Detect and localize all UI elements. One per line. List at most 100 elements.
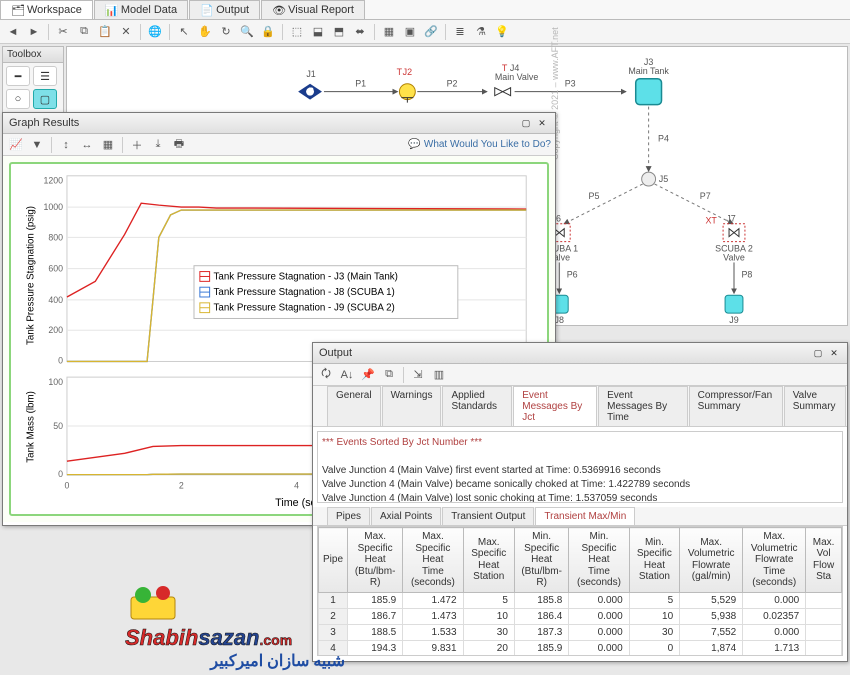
svg-text:Main Tank: Main Tank [628, 66, 669, 76]
tab-visual-report[interactable]: 👁Visual Report [261, 0, 365, 19]
delete-button[interactable]: ✕ [117, 23, 135, 41]
pan-button[interactable]: ✋ [196, 23, 214, 41]
table-row[interactable]: 4194.39.83120185.90.00001,8741.713 [319, 640, 842, 656]
export-csv-button[interactable]: ⇲ [409, 366, 427, 384]
sort-button[interactable]: A↓ [338, 366, 356, 384]
main-toolbar: ◄ ► ✂ ⧉ 📋 ✕ 🌐 ↖ ✋ ↻ 🔍 🔒 ⬚ ⬓ ⬒ ⬌ ▦ ▣ 🔗 ≣ … [0, 20, 850, 44]
align-left-button[interactable]: ⬚ [288, 23, 306, 41]
table-row[interactable]: 2186.71.47310186.40.000105,9380.02357 [319, 608, 842, 624]
svg-text:0: 0 [58, 469, 63, 479]
lowtab-pipes[interactable]: Pipes [327, 507, 370, 525]
svg-text:P6: P6 [567, 269, 578, 279]
help-link[interactable]: 💬 What Would You Like to Do? [408, 139, 551, 150]
svg-text:2: 2 [179, 481, 184, 491]
svg-text:Tank Pressure Stagnation (psig: Tank Pressure Stagnation (psig) [26, 206, 37, 345]
align-v-button[interactable]: ⬓ [309, 23, 327, 41]
svg-text:J1: J1 [306, 69, 315, 79]
svg-text:T: T [397, 67, 403, 77]
tool-tank[interactable]: ▢ [33, 89, 57, 109]
cut-button[interactable]: ✂ [54, 23, 72, 41]
output-data-table[interactable]: PipeMax. SpecificHeat(Btu/lbm-R)Max. Spe… [317, 526, 843, 656]
lock-button[interactable]: 🔒 [259, 23, 277, 41]
bulb-button[interactable]: 💡 [493, 23, 511, 41]
toolbox-header: Toolbox [3, 47, 63, 63]
distribute-button[interactable]: ⬌ [351, 23, 369, 41]
print-button[interactable]: 🖶 [170, 136, 188, 154]
export-button[interactable]: ⤓ [149, 136, 167, 154]
back-button[interactable]: ◄ [4, 23, 22, 41]
lowtab-transient-maxmin[interactable]: Transient Max/Min [535, 507, 635, 525]
main-tabstrip: 🗂Workspace 📊Model Data 📄Output 👁Visual R… [0, 0, 850, 20]
toolbox-panel: Toolbox ━ ☰ ○ ▢ [2, 46, 64, 113]
uptab-valve[interactable]: Valve Summary [784, 386, 846, 426]
forward-button[interactable]: ► [25, 23, 43, 41]
svg-text:1000: 1000 [44, 202, 64, 212]
columns-button[interactable]: ▥ [430, 366, 448, 384]
x-axis-button[interactable]: ↔ [78, 136, 96, 154]
svg-text:200: 200 [48, 325, 63, 335]
uptab-warnings[interactable]: Warnings [382, 386, 442, 426]
output-lower-tabs: Pipes Axial Points Transient Output Tran… [313, 507, 847, 526]
zoom-button[interactable]: 🔍 [238, 23, 256, 41]
uptab-standards[interactable]: Applied Standards [442, 386, 512, 426]
pointer-button[interactable]: ↖ [175, 23, 193, 41]
globe-button[interactable]: 🌐 [146, 23, 164, 41]
pin-button[interactable]: 📌 [359, 366, 377, 384]
copy-button[interactable]: ⧉ [75, 23, 93, 41]
uptab-events-jct[interactable]: Event Messages By Jct [513, 386, 597, 426]
y-axis-button[interactable]: ↕ [57, 136, 75, 154]
maximize-button[interactable]: ▢ [811, 346, 825, 360]
close-button[interactable]: ✕ [535, 116, 549, 130]
tool-junction[interactable]: ○ [6, 89, 30, 109]
lowtab-axial[interactable]: Axial Points [371, 507, 441, 525]
output-panel: Output ▢ ✕ 🗘 A↓ 📌 ⧉ ⇲ ▥ General Warnings… [312, 342, 848, 662]
svg-text:100: 100 [48, 377, 63, 387]
svg-text:Tank Pressure Stagnation - J9: Tank Pressure Stagnation - J9 (SCUBA 2) [214, 303, 395, 314]
svg-text:P3: P3 [565, 79, 576, 89]
lowtab-transient-output[interactable]: Transient Output [442, 507, 534, 525]
uptab-events-time[interactable]: Event Messages By Time [598, 386, 688, 426]
svg-text:J7: J7 [726, 214, 735, 224]
refresh-button[interactable]: ↻ [217, 23, 235, 41]
paste-button[interactable]: 📋 [96, 23, 114, 41]
svg-text:J5: J5 [659, 174, 668, 184]
output-upper-tabs: General Warnings Applied Standards Event… [313, 386, 847, 427]
add-series-button[interactable]: ＋ [128, 136, 146, 154]
tool-pipe[interactable]: ━ [6, 66, 30, 86]
svg-text:J2: J2 [403, 67, 412, 77]
copy-output-button[interactable]: ⧉ [380, 366, 398, 384]
tab-output[interactable]: 📄Output [189, 0, 260, 19]
filter-button[interactable]: ⚗ [472, 23, 490, 41]
chart-type-button[interactable]: 📈 [7, 136, 25, 154]
uptab-general[interactable]: General [327, 386, 381, 426]
output-panel-title: Output [319, 347, 352, 359]
close-button[interactable]: ✕ [827, 346, 841, 360]
refresh-output-button[interactable]: 🗘 [317, 366, 335, 384]
tool-annotation[interactable]: ☰ [33, 66, 57, 86]
svg-text:P7: P7 [700, 191, 711, 201]
svg-text:XT: XT [705, 216, 717, 226]
table-row[interactable]: 1185.91.4725185.80.00055,5290.000 [319, 592, 842, 608]
maximize-button[interactable]: ▢ [519, 116, 533, 130]
tab-model-data[interactable]: 📊Model Data [94, 0, 188, 19]
graph-panel-title: Graph Results [9, 117, 79, 129]
svg-text:P: P [308, 87, 314, 96]
svg-text:P1: P1 [355, 79, 366, 89]
ungroup-button[interactable]: ▣ [401, 23, 419, 41]
svg-text:P2: P2 [447, 79, 458, 89]
layers-button[interactable]: ≣ [451, 23, 469, 41]
chart-select-button[interactable]: ▼ [28, 136, 46, 154]
svg-text:P4: P4 [658, 133, 669, 143]
tab-workspace[interactable]: 🗂Workspace [0, 0, 93, 19]
uptab-compressor[interactable]: Compressor/Fan Summary [689, 386, 783, 426]
svg-text:0: 0 [65, 481, 70, 491]
svg-text:800: 800 [48, 232, 63, 242]
align-h-button[interactable]: ⬒ [330, 23, 348, 41]
event-message-box[interactable]: *** Events Sorted By Jct Number *** Valv… [317, 431, 843, 503]
group-button[interactable]: ▦ [380, 23, 398, 41]
svg-text:4: 4 [294, 481, 299, 491]
grid-button[interactable]: ▦ [99, 136, 117, 154]
link-button[interactable]: 🔗 [422, 23, 440, 41]
table-row[interactable]: 3188.51.53330187.30.000307,5520.000 [319, 624, 842, 640]
svg-text:Main Valve: Main Valve [495, 72, 539, 82]
